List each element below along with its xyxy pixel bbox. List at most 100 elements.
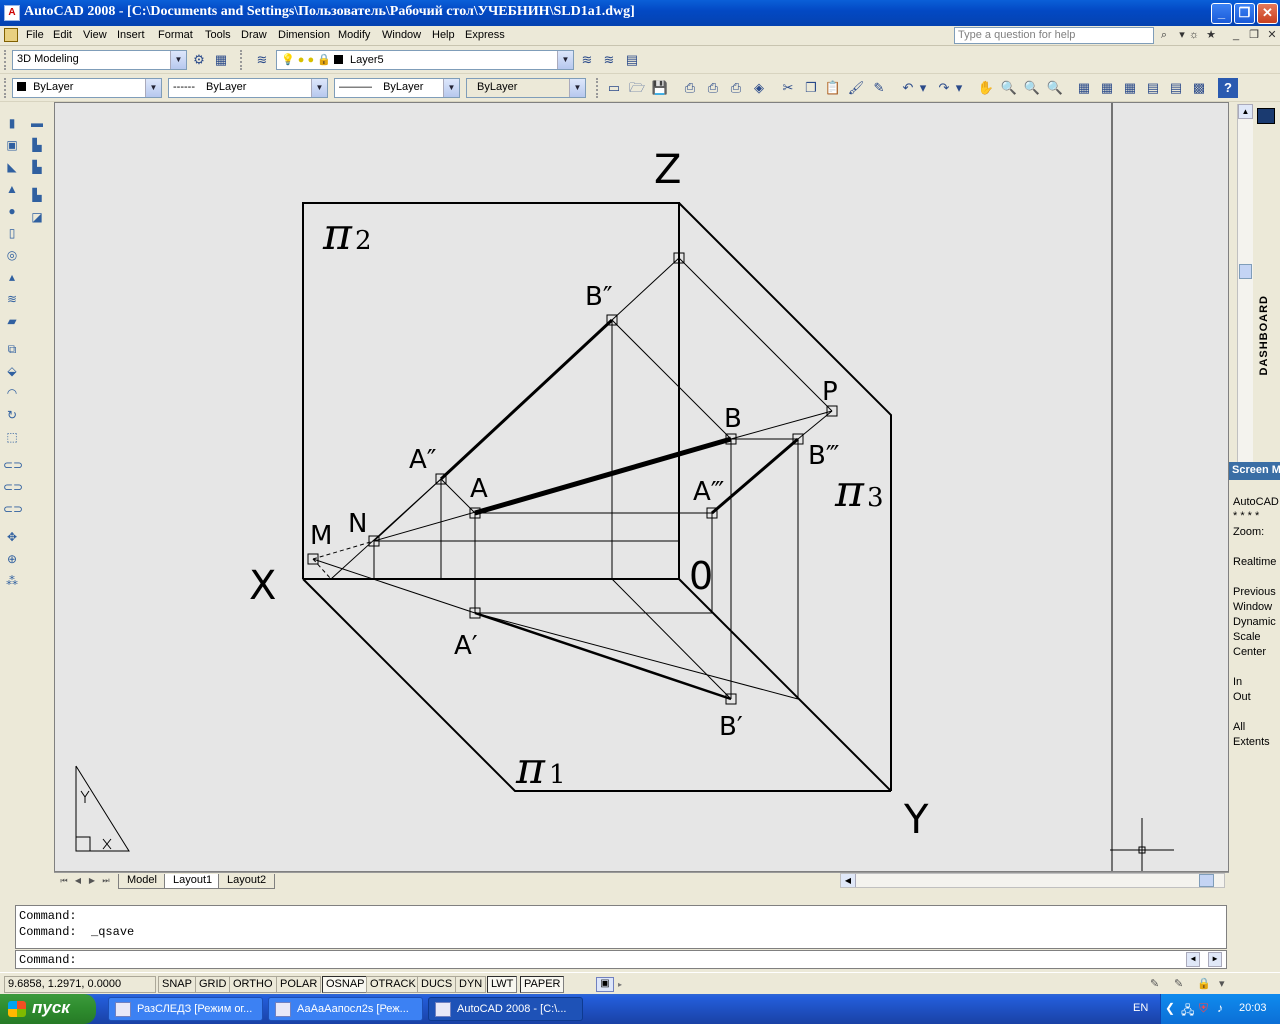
language-indicator[interactable]: EN	[1133, 1002, 1148, 1014]
save-icon[interactable]: 💾	[650, 78, 670, 98]
screen-menu-item[interactable]: Realtime	[1233, 556, 1276, 568]
zoom-window-icon[interactable]: 🔍	[1022, 78, 1042, 98]
hscroll-thumb[interactable]	[1199, 874, 1214, 887]
taskbar-item-word2[interactable]: АаАаАапосл2s [Реж...	[268, 997, 423, 1021]
publish-icon[interactable]: ⎙	[726, 78, 746, 98]
tool-palettes-icon[interactable]: ▦	[1120, 78, 1140, 98]
favorites-star-icon[interactable]: ★	[1203, 28, 1219, 44]
workspace-select[interactable]: 3D Modeling ▼	[12, 50, 187, 70]
menu-modify[interactable]: Modify	[338, 29, 370, 41]
tab-layout2[interactable]: Layout2	[218, 874, 276, 889]
minimize-button[interactable]: _	[1211, 3, 1232, 24]
tray-arrow-icon[interactable]: ❮	[1165, 1001, 1175, 1015]
dashboard-tool-icon[interactable]	[1257, 108, 1275, 124]
start-button[interactable]: пуск	[0, 994, 96, 1024]
ortho-toggle[interactable]: ORTHO	[229, 976, 277, 993]
make-object-layer-current-icon[interactable]: ≋	[577, 50, 597, 70]
communication-icon[interactable]: ✎	[1150, 977, 1166, 992]
menu-view[interactable]: View	[83, 29, 107, 41]
3d-align-icon[interactable]: ⁂	[3, 572, 21, 590]
workspace-settings-icon[interactable]: ⚙	[189, 50, 209, 70]
toolbar-grip[interactable]	[4, 78, 8, 98]
drawing-canvas[interactable]: Z X Y 0 π 2 π 1 π 3 B″ A″ A B P B‴ A‴ M …	[54, 102, 1229, 872]
chevron-down-icon[interactable]: ▼	[569, 79, 585, 97]
autocad-app-icon[interactable]: A	[4, 5, 20, 21]
maximize-viewport-icon[interactable]: ▣	[596, 977, 614, 992]
search-icon[interactable]: ⌕	[1156, 28, 1172, 44]
taskbar-item-autocad[interactable]: AutoCAD 2008 - [C:\...	[428, 997, 583, 1021]
paste-icon[interactable]: 📋	[823, 78, 843, 98]
close-button[interactable]: ✕	[1257, 3, 1278, 24]
otrack-toggle[interactable]: OTRACK	[366, 976, 420, 993]
coordinate-readout[interactable]: 9.6858, 1.2971, 0.0000	[4, 976, 156, 993]
open-folder-icon[interactable]: 🗁	[627, 78, 647, 98]
chevron-down-icon[interactable]: ▼	[170, 51, 186, 69]
cylinder-icon[interactable]: ▯	[3, 224, 21, 242]
copy-icon[interactable]: ❐	[801, 78, 821, 98]
grid-toggle[interactable]: GRID	[195, 976, 231, 993]
screen-menu-item[interactable]: AutoCAD	[1233, 496, 1279, 508]
markup-set-manager-icon[interactable]: ▤	[1166, 78, 1186, 98]
chevron-down-icon[interactable]: ▼	[557, 51, 573, 69]
polysolid-icon[interactable]: ▮	[3, 114, 21, 132]
help-search-input[interactable]: Type a question for help	[954, 27, 1154, 44]
lineweight-select[interactable]: ——— ByLayer ▼	[334, 78, 460, 98]
wedge-icon[interactable]: ◣	[3, 158, 21, 176]
next-tab-arrow-icon[interactable]: ▶	[86, 875, 98, 887]
redo-icon[interactable]: ↷	[934, 78, 954, 98]
cmd-scroll-right-icon[interactable]: ▶	[1208, 952, 1222, 967]
restore-button[interactable]: ❐	[1234, 3, 1255, 24]
helix-icon[interactable]: ≋	[3, 290, 21, 308]
layer-select[interactable]: 💡 ● ● 🔒 Layer5 ▼	[276, 50, 574, 70]
chevron-down-icon[interactable]: ▼	[443, 79, 459, 97]
doc-minimize-button[interactable]: _	[1228, 28, 1244, 44]
presspull-icon[interactable]: ⬙	[3, 362, 21, 380]
screen-menu-item[interactable]: * * * *	[1233, 510, 1259, 522]
linetype-select[interactable]: ------ ByLayer ▼	[168, 78, 328, 98]
properties-icon[interactable]: ▦	[1074, 78, 1094, 98]
menu-tools[interactable]: Tools	[205, 29, 231, 41]
scroll-up-arrow-icon[interactable]: ▲	[1238, 104, 1253, 119]
toolbar-grip[interactable]	[4, 50, 8, 70]
prev-tab-arrow-icon[interactable]: ◀	[72, 875, 84, 887]
torus-icon[interactable]: ◎	[3, 246, 21, 264]
network-icon[interactable]: 🖧	[1181, 1001, 1194, 1022]
plotstyle-select[interactable]: ByLayer ▼	[466, 78, 586, 98]
intersect-icon[interactable]: ⊂⊃	[3, 500, 23, 518]
pyramid-icon[interactable]: ▴	[3, 268, 21, 286]
menu-edit[interactable]: Edit	[53, 29, 72, 41]
annotation-icon[interactable]: ✎	[1174, 977, 1190, 992]
screen-menu-item[interactable]: In	[1233, 676, 1242, 688]
polar-toggle[interactable]: POLAR	[276, 976, 322, 993]
layer-states-icon[interactable]: ▤	[622, 50, 642, 70]
menu-draw[interactable]: Draw	[241, 29, 267, 41]
flatshot-icon[interactable]: ◪	[28, 208, 46, 226]
qnew-icon[interactable]: ▭	[604, 78, 624, 98]
cone-icon[interactable]: ▲	[3, 180, 21, 198]
screen-menu-item[interactable]: Out	[1233, 691, 1251, 703]
menu-format[interactable]: Format	[158, 29, 193, 41]
loft-icon[interactable]: ⬚	[3, 428, 21, 446]
redo-dropdown-icon[interactable]: ▾	[954, 78, 964, 98]
menu-help[interactable]: Help	[432, 29, 455, 41]
doc-close-button[interactable]: ✕	[1264, 28, 1280, 44]
sheet-set-manager-icon[interactable]: ▤	[1143, 78, 1163, 98]
toolbar-lock-icon[interactable]: 🔒	[1197, 977, 1213, 992]
calculator-icon[interactable]: ▩	[1189, 78, 1209, 98]
layout-tool-icon[interactable]: ▬	[28, 114, 46, 132]
menu-file[interactable]: File	[26, 29, 44, 41]
menu-dimension[interactable]: Dimension	[278, 29, 330, 41]
zoom-realtime-icon[interactable]: 🔍	[999, 78, 1019, 98]
security-shield-icon[interactable]: ⛨	[1199, 1001, 1208, 1016]
tray-settings-icon[interactable]: ▾	[1219, 977, 1235, 992]
design-center-icon[interactable]: ▦	[1097, 78, 1117, 98]
planar-surface-icon[interactable]: ▰	[3, 312, 21, 330]
undo-dropdown-icon[interactable]: ▾	[918, 78, 928, 98]
sweep-icon[interactable]: ◠	[3, 384, 21, 402]
cut-icon[interactable]: ✂	[778, 78, 798, 98]
volume-icon[interactable]: ♪	[1217, 1001, 1223, 1015]
screen-menu-item[interactable]: Window	[1233, 601, 1272, 613]
menu-express[interactable]: Express	[465, 29, 505, 41]
revolve-icon[interactable]: ↻	[3, 406, 21, 424]
layer-properties-icon[interactable]: ≋	[252, 50, 272, 70]
